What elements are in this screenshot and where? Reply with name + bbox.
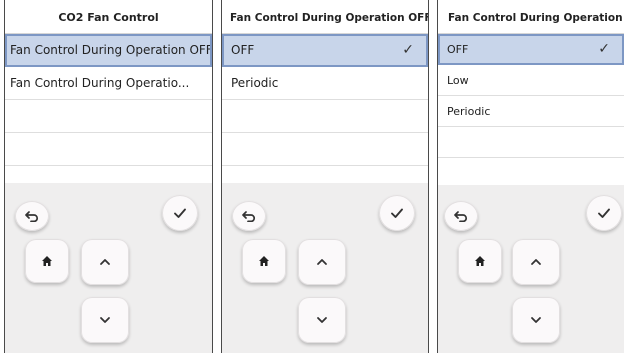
option-list: OFF ✓ Low Periodic <box>438 34 624 158</box>
fan-control-on-screen: Fan Control During Operation ON OFF ✓ Lo… <box>437 0 624 353</box>
down-button[interactable] <box>512 297 560 343</box>
list-item-fan-control-off[interactable]: Fan Control During Operation OFF <box>5 34 212 67</box>
navigation-pad <box>222 183 428 353</box>
selected-check-icon: ✓ <box>402 42 414 58</box>
list-item-empty <box>5 133 212 166</box>
down-button[interactable] <box>298 297 346 343</box>
screen-title: Fan Control During Operation ON <box>438 0 624 34</box>
option-periodic[interactable]: Periodic <box>222 67 428 100</box>
down-button[interactable] <box>81 297 129 343</box>
list-item-empty <box>5 100 212 133</box>
screen-title: CO2 Fan Control <box>5 0 212 34</box>
checkmark-icon <box>391 208 403 218</box>
back-button[interactable] <box>444 201 478 231</box>
option-off[interactable]: OFF ✓ <box>438 34 624 65</box>
home-icon <box>475 256 485 266</box>
list-item-empty <box>438 127 624 158</box>
option-label: OFF <box>231 43 255 57</box>
option-label: Low <box>447 74 469 87</box>
fan-control-off-screen: Fan Control During Operation OFF OFF ✓ P… <box>221 0 429 353</box>
chevron-up-icon <box>531 259 541 265</box>
up-button[interactable] <box>81 239 129 285</box>
home-button[interactable] <box>242 239 286 283</box>
list-item-label: Fan Control During Operation OFF <box>10 43 212 57</box>
up-button[interactable] <box>298 239 346 285</box>
confirm-button[interactable] <box>379 195 415 231</box>
co2-fan-control-screen: CO2 Fan Control Fan Control During Opera… <box>4 0 213 353</box>
back-button[interactable] <box>232 201 266 231</box>
option-low[interactable]: Low <box>438 65 624 96</box>
confirm-button[interactable] <box>586 195 622 231</box>
home-icon <box>42 256 52 266</box>
back-arrow-icon <box>25 211 38 222</box>
chevron-down-icon <box>531 317 541 323</box>
list-item-empty <box>222 133 428 166</box>
menu-list: Fan Control During Operation OFF Fan Con… <box>5 34 212 166</box>
home-button[interactable] <box>25 239 69 283</box>
back-arrow-icon <box>454 211 467 222</box>
option-list: OFF ✓ Periodic <box>222 34 428 166</box>
selected-check-icon: ✓ <box>598 41 610 57</box>
chevron-up-icon <box>100 259 110 265</box>
checkmark-icon <box>174 208 186 218</box>
chevron-down-icon <box>317 317 327 323</box>
list-item-empty <box>222 100 428 133</box>
option-periodic[interactable]: Periodic <box>438 96 624 127</box>
list-item-label: Fan Control During Operatio... <box>10 76 190 90</box>
chevron-up-icon <box>317 259 327 265</box>
home-icon <box>259 256 269 266</box>
screen-title: Fan Control During Operation OFF <box>222 0 428 34</box>
back-button[interactable] <box>15 201 49 231</box>
navigation-pad <box>5 183 212 353</box>
option-label: OFF <box>447 43 469 56</box>
chevron-down-icon <box>100 317 110 323</box>
up-button[interactable] <box>512 239 560 285</box>
navigation-pad <box>438 185 624 353</box>
list-item-fan-control-on[interactable]: Fan Control During Operatio... <box>5 67 212 100</box>
home-button[interactable] <box>458 239 502 283</box>
option-off[interactable]: OFF ✓ <box>222 34 428 67</box>
back-arrow-icon <box>242 211 255 222</box>
checkmark-icon <box>598 208 610 218</box>
option-label: Periodic <box>447 105 491 118</box>
confirm-button[interactable] <box>162 195 198 231</box>
option-label: Periodic <box>231 76 279 90</box>
